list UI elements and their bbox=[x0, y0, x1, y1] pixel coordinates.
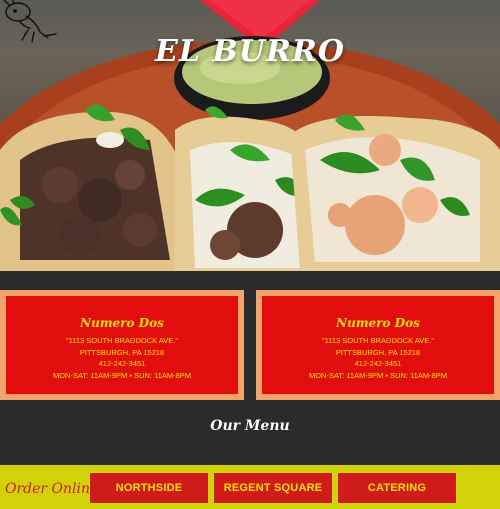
menu-heading[interactable]: Our Menu bbox=[0, 418, 500, 434]
hero-image: EL BURRO bbox=[0, 0, 500, 271]
order-online-label: Order Online bbox=[5, 481, 99, 497]
location-address: "1113 SOUTH BRADDOCK AVE." bbox=[321, 336, 435, 345]
location-name: Numero Dos bbox=[80, 316, 164, 330]
location-card: Numero Dos "1113 SOUTH BRADDOCK AVE." PI… bbox=[256, 290, 500, 400]
location-city: PITTSBURGH, PA 15218 bbox=[335, 347, 421, 357]
location-hours: MON-SAT: 11AM-9PM • SUN: 11AM-8PM bbox=[308, 370, 448, 380]
brand-title: EL BURRO bbox=[155, 34, 345, 69]
order-northside-button[interactable]: NORTHSIDE bbox=[90, 473, 208, 503]
location-address: "1113 SOUTH BRADDOCK AVE." bbox=[65, 336, 179, 345]
location-hours: MON-SAT: 11AM-9PM • SUN: 11AM-8PM bbox=[52, 370, 192, 380]
order-regent-square-button[interactable]: REGENT SQUARE bbox=[214, 473, 332, 503]
location-phone[interactable]: 412-242-3451 bbox=[262, 358, 494, 370]
location-city: PITTSBURGH, PA 15218 bbox=[79, 347, 165, 357]
locations-section: Numero Dos "1113 SOUTH BRADDOCK AVE." PI… bbox=[0, 290, 500, 400]
location-card: Numero Dos "1113 SOUTH BRADDOCK AVE." PI… bbox=[0, 290, 244, 400]
catering-button[interactable]: CATERING bbox=[338, 473, 456, 503]
order-online-bar: Order Online NORTHSIDE REGENT SQUARE CAT… bbox=[0, 465, 500, 509]
location-phone[interactable]: 412-242-3451 bbox=[6, 358, 238, 370]
location-name: Numero Dos bbox=[336, 316, 420, 330]
